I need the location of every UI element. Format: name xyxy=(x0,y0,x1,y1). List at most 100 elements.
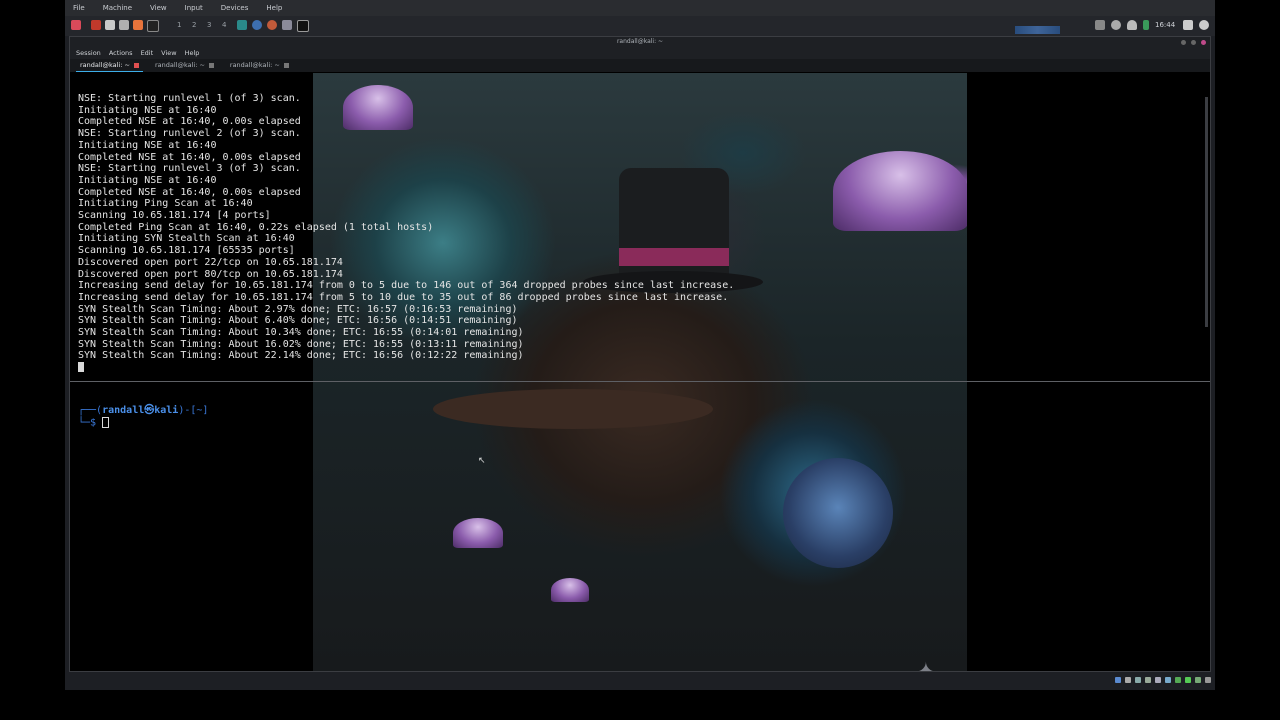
output-line: Initiating NSE at 16:40 xyxy=(78,104,217,116)
output-line: SYN Stealth Scan Timing: About 6.40% don… xyxy=(78,315,518,327)
vbox-statusbar xyxy=(65,672,1215,690)
volume-icon[interactable] xyxy=(1111,20,1121,30)
recording-icon xyxy=(1185,677,1191,683)
host-key-icon xyxy=(1205,677,1211,683)
output-line: Initiating Ping Scan at 16:40 xyxy=(78,198,253,210)
optical-drive-icon xyxy=(1125,677,1131,683)
prompt-frame: ┌──( xyxy=(78,405,103,416)
terminal-launcher-icon[interactable] xyxy=(147,20,159,32)
mushroom-decor xyxy=(551,578,589,602)
clock: 16:44 xyxy=(1155,21,1176,29)
vbox-menu-help[interactable]: Help xyxy=(266,4,282,12)
firefox-icon[interactable] xyxy=(133,20,143,30)
burp-icon[interactable] xyxy=(267,20,277,30)
output-line: Increasing send delay for 10.65.181.174 … xyxy=(78,280,735,292)
output-line: SYN Stealth Scan Timing: About 22.14% do… xyxy=(78,350,524,362)
mouse-integration-icon xyxy=(1195,677,1201,683)
prompt-path: )-[~] xyxy=(178,405,209,416)
input-cursor xyxy=(102,416,110,428)
output-line: SYN Stealth Scan Timing: About 16.02% do… xyxy=(78,338,524,350)
display-icon[interactable] xyxy=(1095,20,1105,30)
kali-menu-icon[interactable] xyxy=(71,20,81,30)
notification-bell-icon[interactable] xyxy=(1127,20,1137,30)
mushroom-decor xyxy=(453,518,503,548)
maximize-icon[interactable] xyxy=(1191,40,1196,45)
menu-session[interactable]: Session xyxy=(76,48,101,59)
vbox-menu-machine[interactable]: Machine xyxy=(103,4,132,12)
window-title: randall@kali: ~ xyxy=(616,38,664,45)
tab-label: randall@kali: ~ xyxy=(80,60,130,69)
vbox-menu-input[interactable]: Input xyxy=(185,4,203,12)
tab-close-icon[interactable] xyxy=(133,62,139,68)
menu-view[interactable]: View xyxy=(161,48,176,59)
text-editor-icon[interactable] xyxy=(119,20,129,30)
tab-3[interactable]: randall@kali: ~ xyxy=(226,59,293,72)
workspace-3[interactable]: 3 xyxy=(207,21,211,29)
tab-2[interactable]: randall@kali: ~ xyxy=(151,59,218,72)
network-icon xyxy=(1145,677,1151,683)
minimize-icon[interactable] xyxy=(1181,40,1186,45)
tab-label: randall@kali: ~ xyxy=(154,61,205,69)
terminal-menubar: Session Actions Edit View Help xyxy=(70,48,1210,59)
file-manager-icon[interactable] xyxy=(105,20,115,30)
output-line: SYN Stealth Scan Timing: About 2.97% don… xyxy=(78,303,518,315)
hdd-icon xyxy=(1115,677,1121,683)
menu-edit[interactable]: Edit xyxy=(141,48,154,59)
tab-close-icon[interactable] xyxy=(283,63,289,68)
mouse-pointer-icon: ↖ xyxy=(478,456,486,466)
terminal-titlebar[interactable]: randall@kali: ~ xyxy=(70,37,1210,48)
output-line: Scanning 10.65.181.174 [4 ports] xyxy=(78,210,271,222)
battery-icon xyxy=(1143,20,1149,30)
prompt-symbol: └─$ xyxy=(78,417,103,429)
output-line: Completed NSE at 16:40, 0.00s elapsed xyxy=(78,151,301,163)
workspace-4[interactable]: 4 xyxy=(222,21,226,29)
kali-top-panel: 1 2 3 4 16:44 xyxy=(65,16,1215,36)
output-line: Initiating SYN Stealth Scan at 16:40 xyxy=(78,233,295,245)
output-line: Completed NSE at 16:40, 0.00s elapsed xyxy=(78,186,301,198)
output-line: Increasing send delay for 10.65.181.174 … xyxy=(78,291,729,303)
mushroom-decor xyxy=(833,151,967,231)
output-line: Scanning 10.65.181.174 [65535 ports] xyxy=(78,245,295,257)
show-desktop-icon[interactable] xyxy=(91,20,101,30)
close-icon[interactable] xyxy=(1201,40,1206,45)
lock-icon[interactable] xyxy=(1183,20,1193,30)
tab-label: randall@kali: ~ xyxy=(229,61,280,69)
tab-1[interactable]: randall@kali: ~ xyxy=(76,59,143,72)
terminal-task-icon[interactable] xyxy=(297,20,309,32)
output-line: NSE: Starting runlevel 2 (of 3) scan. xyxy=(78,128,301,140)
scrollbar[interactable] xyxy=(1205,97,1208,327)
browser-icon[interactable] xyxy=(252,20,262,30)
menu-actions[interactable]: Actions xyxy=(109,48,133,59)
output-line: SYN Stealth Scan Timing: About 10.34% do… xyxy=(78,327,524,339)
output-line: Completed Ping Scan at 16:40, 0.22s elap… xyxy=(78,221,434,233)
network-graph xyxy=(1015,26,1060,34)
power-icon[interactable] xyxy=(1199,20,1209,30)
terminal-cursor xyxy=(78,362,84,373)
terminal-tabbar: randall@kali: ~ randall@kali: ~ randall@… xyxy=(70,59,1210,72)
menu-help[interactable]: Help xyxy=(185,48,200,59)
shell-prompt[interactable]: ┌──(randall㉿kali)-[~] └─$ xyxy=(78,405,208,429)
tab-close-icon[interactable] xyxy=(208,63,214,68)
notes-icon[interactable] xyxy=(282,20,292,30)
cheshire-cat-decor xyxy=(783,458,893,568)
prompt-user-host: randall㉿kali xyxy=(102,405,179,416)
pane-splitter[interactable] xyxy=(70,381,1210,382)
output-line: Discovered open port 22/tcp on 10.65.181… xyxy=(78,256,343,268)
terminal-window: randall@kali: ~ Session Actions Edit Vie… xyxy=(69,36,1211,672)
display-status-icon xyxy=(1175,677,1181,683)
vm-window: File Machine View Input Devices Help 1 2… xyxy=(65,0,1215,690)
vbox-menu-devices[interactable]: Devices xyxy=(221,4,249,12)
workspace-2[interactable]: 2 xyxy=(192,21,196,29)
vbox-menu-file[interactable]: File xyxy=(73,4,85,12)
usb-icon xyxy=(1155,677,1161,683)
sparkle-icon: ✦ xyxy=(915,658,937,671)
app-icon[interactable] xyxy=(237,20,247,30)
shared-folder-icon xyxy=(1165,677,1171,683)
output-line: Discovered open port 80/tcp on 10.65.181… xyxy=(78,268,343,280)
output-line: Initiating NSE at 16:40 xyxy=(78,174,217,186)
scan-output: NSE: Starting runlevel 1 (of 3) scan. In… xyxy=(78,93,734,374)
workspace-1[interactable]: 1 xyxy=(177,21,181,29)
output-line: NSE: Starting runlevel 3 (of 3) scan. xyxy=(78,163,301,175)
audio-icon xyxy=(1135,677,1141,683)
vbox-menu-view[interactable]: View xyxy=(150,4,167,12)
